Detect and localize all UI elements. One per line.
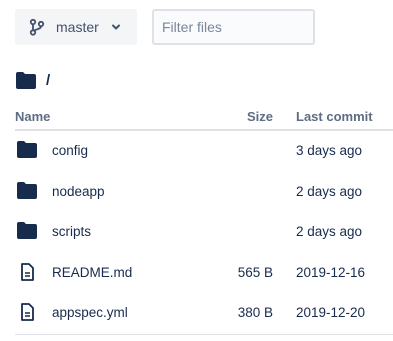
table-header: Name Size Last commit — [15, 107, 393, 131]
table-row[interactable]: nodeapp 2 days ago — [15, 172, 393, 213]
file-icon — [17, 262, 37, 281]
branch-label: master — [56, 19, 99, 35]
folder-icon — [17, 222, 37, 240]
table-row[interactable]: config 3 days ago — [15, 131, 393, 172]
last-commit: 2 days ago — [296, 183, 363, 199]
last-commit: 2019-12-16 — [296, 264, 366, 280]
column-header-last-commit[interactable]: Last commit — [296, 109, 373, 124]
table-row[interactable]: README.md 565 B 2019-12-16 — [15, 253, 393, 294]
file-list: config 3 days ago nodeapp 2 days ago scr… — [15, 131, 393, 334]
breadcrumb-root[interactable]: / — [46, 72, 50, 89]
branch-selector-button[interactable]: master — [15, 9, 137, 45]
table-row[interactable]: appspec.yml 380 B 2019-12-20 — [15, 293, 393, 334]
file-size: 380 B — [237, 305, 273, 320]
file-name-link[interactable]: config — [52, 143, 88, 158]
git-branch-icon — [28, 18, 46, 36]
file-icon — [17, 303, 37, 321]
filter-files-input[interactable] — [152, 9, 315, 45]
folder-icon — [17, 141, 37, 159]
column-header-name[interactable]: Name — [15, 109, 50, 124]
file-name-link[interactable]: nodeapp — [52, 184, 105, 199]
file-name-link[interactable]: scripts — [52, 224, 91, 239]
breadcrumb: / — [16, 72, 50, 89]
table-row[interactable]: scripts 2 days ago — [15, 212, 393, 253]
last-commit: 2 days ago — [296, 224, 363, 239]
last-commit: 3 days ago — [296, 143, 363, 158]
file-name-link[interactable]: appspec.yml — [52, 305, 128, 320]
file-name-link[interactable]: README.md — [52, 265, 132, 280]
last-commit: 2019-12-20 — [296, 305, 366, 320]
chevron-down-icon — [111, 22, 121, 32]
file-size: 565 B — [237, 264, 273, 280]
folder-icon — [16, 72, 36, 89]
folder-icon — [17, 181, 37, 200]
column-header-size[interactable]: Size — [247, 109, 273, 124]
table-bottom-divider — [15, 334, 393, 335]
